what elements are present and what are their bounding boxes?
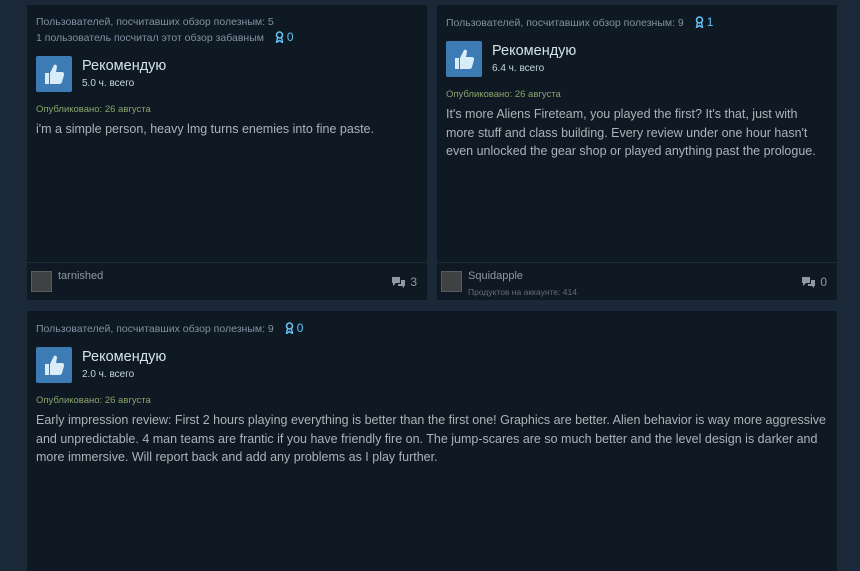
review-text: It's more Aliens Fireteam, you played th… [446,107,816,158]
review-card: Пользователей, посчитавших обзор полезны… [27,311,837,571]
author-name[interactable]: Squidapple [468,270,523,282]
award-ribbon-icon [695,16,704,30]
comment-count: 3 [410,275,417,289]
funny-count: 1 пользователь посчитал этот обзор забав… [36,30,418,46]
award-button[interactable]: 1 [695,15,714,30]
posted-date: Опубликовано: 26 августа [36,395,151,406]
funny-count-text: 1 пользователь посчитал этот обзор забав… [36,32,264,44]
comments-link[interactable]: 0 [801,275,827,289]
review-text: i'm a simple person, heavy lmg turns ene… [36,122,374,136]
comment-bubbles-icon [392,277,406,288]
award-count: 0 [296,321,304,335]
helpful-count-text: Пользователей, посчитавших обзор полезны… [446,17,684,29]
thumbs-up-icon[interactable] [36,56,72,92]
hours-played: 5.0 ч. всего [82,77,135,89]
recommendation-title[interactable]: Рекомендую [492,43,576,60]
review-footer: tarnished 3 [27,262,427,300]
helpful-count: Пользователей, посчитавших обзор полезны… [36,16,274,28]
posted-date: Опубликовано: 26 августа [36,104,151,115]
author-name[interactable]: tarnished [58,270,103,282]
helpful-count-text: Пользователей, посчитавших обзор полезны… [36,323,274,335]
recommendation-title[interactable]: Рекомендую [82,349,166,366]
award-button[interactable]: 0 [285,321,304,336]
products-count[interactable]: Продуктов на аккаунте: 414 [468,287,577,297]
helpful-count: Пользователей, посчитавших обзор полезны… [446,15,828,31]
award-ribbon-icon [275,31,284,45]
comment-count: 0 [820,275,827,289]
thumbs-up-icon[interactable] [36,347,72,383]
hours-played: 2.0 ч. всего [82,368,135,380]
award-count: 0 [286,30,294,44]
avatar[interactable] [441,271,462,292]
review-text: Early impression review: First 2 hours p… [36,413,826,464]
award-count: 1 [706,15,714,29]
recommendation-title[interactable]: Рекомендую [82,58,166,75]
posted-date: Опубликовано: 26 августа [446,89,561,100]
avatar[interactable] [31,271,52,292]
award-ribbon-icon [285,322,294,336]
comment-bubbles-icon [802,277,816,288]
thumbs-up-icon[interactable] [446,41,482,77]
award-button[interactable]: 0 [275,30,294,45]
hours-played: 6.4 ч. всего [492,62,545,74]
review-card: Пользователей, посчитавших обзор полезны… [437,5,837,300]
comments-link[interactable]: 3 [391,275,417,289]
helpful-count: Пользователей, посчитавших обзор полезны… [36,321,828,337]
review-card: Пользователей, посчитавших обзор полезны… [27,5,427,300]
review-footer: Squidapple Продуктов на аккаунте: 414 0 [437,262,837,300]
